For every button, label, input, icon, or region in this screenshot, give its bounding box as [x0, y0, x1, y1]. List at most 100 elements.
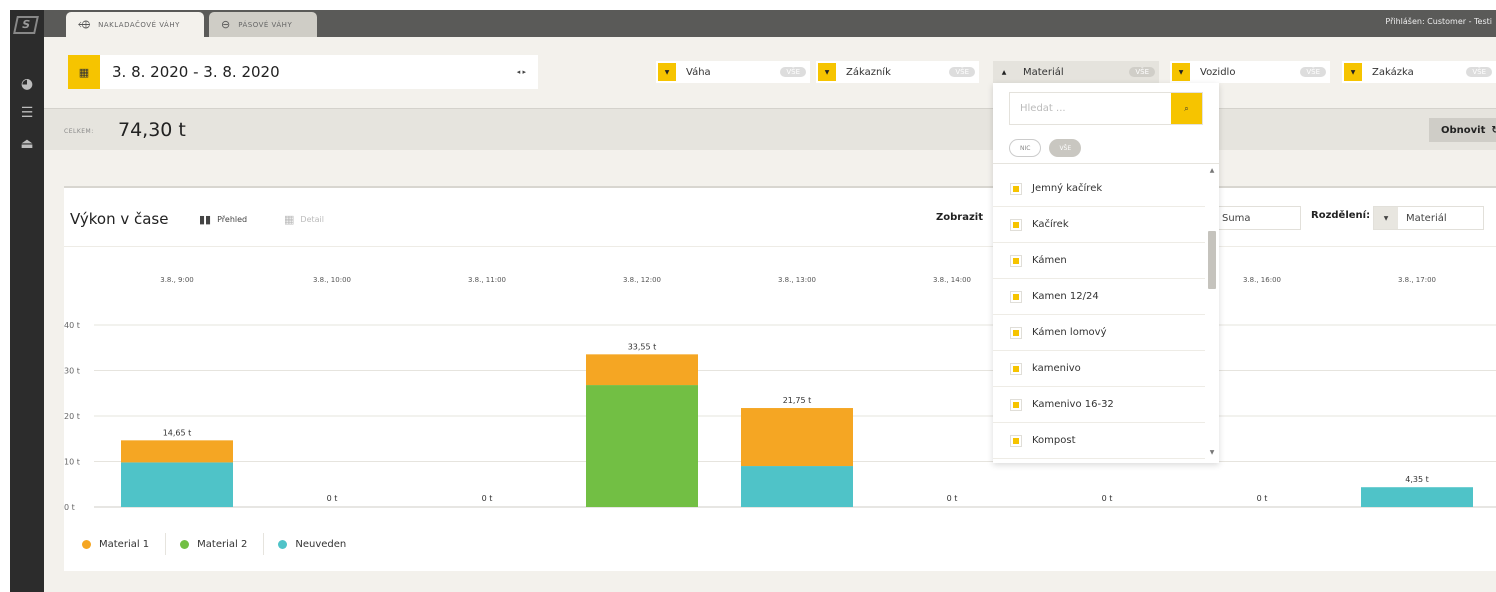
scroll-down-icon[interactable]: ▼	[1207, 449, 1217, 456]
material-option-label: Kompost	[1032, 435, 1076, 446]
frame-top	[0, 0, 1496, 10]
filter-vozidlo[interactable]: ▼ Vozidlo VŠE	[1170, 61, 1330, 83]
material-option[interactable]: Kámen	[993, 243, 1205, 279]
material-option-label: Kamen 12/24	[1032, 291, 1099, 302]
material-option-label: Kámen	[1032, 255, 1067, 266]
bar-segment	[121, 462, 233, 507]
legend-item-neuveden[interactable]: Neuveden	[278, 533, 362, 555]
stacked-bar-chart: 0 t 10 t 20 t 30 t 40 t 3.8., 9:00 14,65 t 3.8.…	[64, 276, 1496, 512]
checkbox-mark	[1013, 365, 1019, 372]
tag-icon: ⬲	[78, 17, 91, 31]
date-nav-arrows[interactable]: ◂ ▸	[517, 68, 526, 76]
dropdown-divider	[993, 163, 1219, 164]
bar-segment	[121, 440, 233, 463]
material-option-label: Kamenivo 16-32	[1032, 399, 1114, 410]
checkbox[interactable]	[1010, 182, 1022, 195]
material-option-label: kamenivo	[1032, 363, 1081, 374]
x-category-label: 3.8., 14:00	[933, 276, 971, 284]
bar-segment	[586, 385, 698, 507]
filter-label: Váha	[686, 66, 711, 78]
material-option[interactable]: Kačírek	[993, 207, 1205, 243]
conveyor-icon: ⊖	[221, 18, 231, 31]
legend-label: Neuveden	[295, 538, 347, 550]
y-tick-label: 10 t	[64, 458, 80, 467]
bar-segment	[741, 408, 853, 467]
checkbox-mark	[1013, 293, 1019, 300]
search-input[interactable]: Hledat ...	[1010, 103, 1171, 114]
material-option[interactable]: Kámen lomový	[993, 315, 1205, 351]
checkbox[interactable]	[1010, 362, 1022, 375]
caret-up-icon[interactable]: ▲	[995, 63, 1013, 81]
filter-zakaznik[interactable]: ▼ Zákazník VŠE	[816, 61, 979, 83]
material-option[interactable]: Jemný kačírek	[993, 171, 1205, 207]
material-option[interactable]: Kamen 12/24	[993, 279, 1205, 315]
checkbox-mark	[1013, 437, 1019, 444]
select-all-button[interactable]: VŠE	[1049, 139, 1082, 157]
y-tick-label: 40 t	[64, 321, 80, 330]
bar-total-label: 4,35 t	[1405, 475, 1429, 484]
y-tick-label: 20 t	[64, 412, 80, 421]
filter-pill: VŠE	[1129, 67, 1155, 77]
chart-panel: Výkon v čase ▮▮ Přehled ▦ Detail Zobrazi…	[64, 186, 1496, 571]
legend-label: Material 2	[197, 538, 248, 550]
caret-down-icon[interactable]: ▼	[1344, 63, 1362, 81]
checkbox-mark	[1013, 185, 1019, 192]
material-dropdown: Hledat ... ⌕ NIC VŠE Jemný kačírek Kačíre…	[993, 83, 1219, 463]
material-option[interactable]: kamenivo	[993, 351, 1205, 387]
material-option-label: Kačírek	[1032, 219, 1069, 230]
bar-total-label: 0 t	[482, 494, 493, 503]
list-icon[interactable]: ☰	[10, 103, 44, 123]
checkbox-mark	[1013, 257, 1019, 264]
checkbox[interactable]	[1010, 398, 1022, 411]
caret-down-icon[interactable]: ▼	[818, 63, 836, 81]
filter-zakazka[interactable]: ▼ Zakázka VŠE	[1342, 61, 1496, 83]
checkbox[interactable]	[1010, 434, 1022, 447]
total-bar: CELKEM: 74,30 t Obnovit ↻	[44, 108, 1496, 150]
material-option[interactable]: Kamenivo 16-32	[993, 387, 1205, 423]
checkbox[interactable]	[1010, 218, 1022, 231]
refresh-label: Obnovit	[1441, 124, 1486, 136]
material-option-label: Jemný kačírek	[1032, 183, 1103, 194]
checkbox[interactable]	[1010, 326, 1022, 339]
checkbox[interactable]	[1010, 290, 1022, 303]
select-none-button[interactable]: NIC	[1009, 139, 1042, 157]
legend-dot-icon	[82, 539, 91, 549]
total-value: 74,30 t	[118, 119, 186, 141]
logged-in-user: Přihlášen: Customer - Testi	[1385, 17, 1492, 26]
filter-pill: VŠE	[949, 67, 975, 77]
caret-down-icon[interactable]: ▼	[658, 63, 676, 81]
bar-total-label: 0 t	[947, 494, 958, 503]
caret-down-icon[interactable]: ▼	[1172, 63, 1190, 81]
filter-vaha[interactable]: ▼ Váha VŠE	[656, 61, 810, 83]
search-icon[interactable]: ⌕	[1171, 93, 1202, 124]
bar-total-label: 14,65 t	[163, 428, 192, 437]
tab-belt-scales[interactable]: ⊖ PÁSOVÉ VÁHY	[209, 12, 317, 37]
bar-total-label: 0 t	[1257, 494, 1268, 503]
refresh-icon: ↻	[1491, 124, 1496, 136]
legend-dot-icon	[180, 539, 190, 549]
filter-material[interactable]: ▲ Materiál VŠE	[993, 61, 1159, 83]
tab-loader-scales[interactable]: ⬲ NAKLADAČOVÉ VÁHY	[66, 12, 204, 37]
dropdown-scrollbar[interactable]: ▲ ▼	[1207, 167, 1217, 457]
material-search[interactable]: Hledat ... ⌕	[1009, 92, 1203, 125]
checkbox-mark	[1013, 401, 1019, 408]
calendar-icon[interactable]: ▦	[68, 55, 100, 89]
top-bar: ⬲ NAKLADAČOVÉ VÁHY ⊖ PÁSOVÉ VÁHY Přihláš…	[44, 10, 1496, 37]
scroll-thumb[interactable]	[1208, 231, 1216, 289]
date-range-text: 3. 8. 2020 - 3. 8. 2020	[112, 63, 280, 81]
pie-chart-icon[interactable]: ◕	[10, 74, 44, 94]
date-range-picker[interactable]: ▦ 3. 8. 2020 - 3. 8. 2020 ◂ ▸	[68, 55, 538, 89]
legend-item-material-2[interactable]: Material 2	[180, 533, 265, 555]
checkbox[interactable]	[1010, 254, 1022, 267]
material-list: Jemný kačírek Kačírek Kámen Kamen 12/24 Káme…	[993, 171, 1205, 459]
scroll-up-icon[interactable]: ▲	[1207, 167, 1217, 174]
filter-label: Vozidlo	[1200, 66, 1236, 78]
material-option[interactable]: Kompost	[993, 423, 1205, 459]
scale-icon[interactable]: ⏏	[10, 134, 44, 154]
chart-legend: Material 1 Material 2 Neuveden	[82, 533, 376, 555]
bar-segment	[586, 354, 698, 386]
bar-segment	[1361, 487, 1473, 507]
refresh-button[interactable]: Obnovit ↻	[1429, 118, 1496, 142]
x-category-label: 3.8., 10:00	[313, 276, 351, 284]
legend-item-material-1[interactable]: Material 1	[82, 533, 167, 555]
